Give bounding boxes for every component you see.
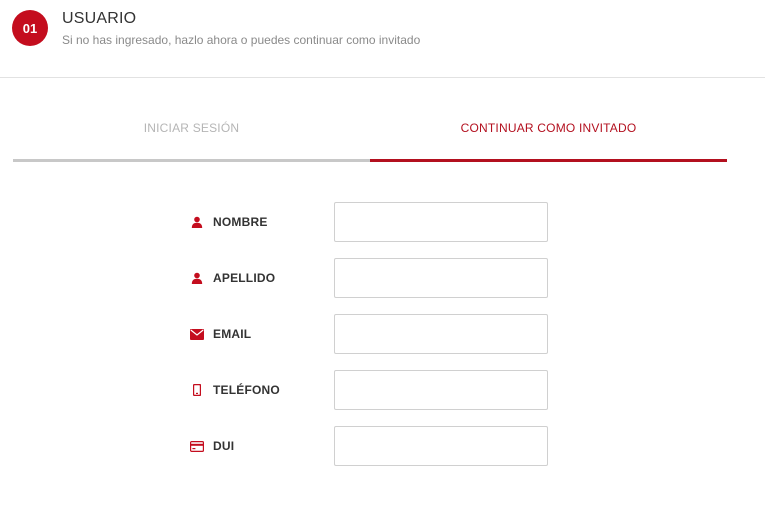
mobile-phone-icon [190,383,204,397]
user-icon [190,215,204,229]
nombre-input[interactable] [334,202,548,242]
apellido-label-group: APELLIDO [190,258,275,298]
form-row-nombre: NOMBRE [190,202,550,242]
dui-label-group: DUI [190,426,234,466]
step-header: 01 USUARIO Si no has ingresado, hazlo ah… [0,0,765,78]
id-card-icon [190,439,204,453]
step-subtitle: Si no has ingresado, hazlo ahora o puede… [62,33,421,47]
form-row-email: EMAIL [190,314,550,354]
telefono-label-group: TELÉFONO [190,370,280,410]
tab-continuar-como-invitado[interactable]: CONTINUAR COMO INVITADO [370,96,727,162]
login-mode-tabs: INICIAR SESIÓN CONTINUAR COMO INVITADO [13,96,727,162]
nombre-label: NOMBRE [213,215,268,229]
dui-label: DUI [213,439,235,453]
form-row-apellido: APELLIDO [190,258,550,298]
apellido-input[interactable] [334,258,548,298]
nombre-label-group: NOMBRE [190,202,268,242]
form-row-telefono: TELÉFONO [190,370,550,410]
telefono-input[interactable] [334,370,548,410]
email-label-group: EMAIL [190,314,251,354]
dui-input[interactable] [334,426,548,466]
telefono-label: TELÉFONO [213,383,280,397]
step-number-badge: 01 [12,10,48,46]
tab-iniciar-sesion[interactable]: INICIAR SESIÓN [13,96,370,162]
user-icon [190,271,204,285]
form-row-dui: DUI [190,426,550,466]
step-title: USUARIO [62,10,137,27]
email-input[interactable] [334,314,548,354]
email-label: EMAIL [213,327,252,341]
apellido-label: APELLIDO [213,271,276,285]
envelope-icon [190,327,204,341]
